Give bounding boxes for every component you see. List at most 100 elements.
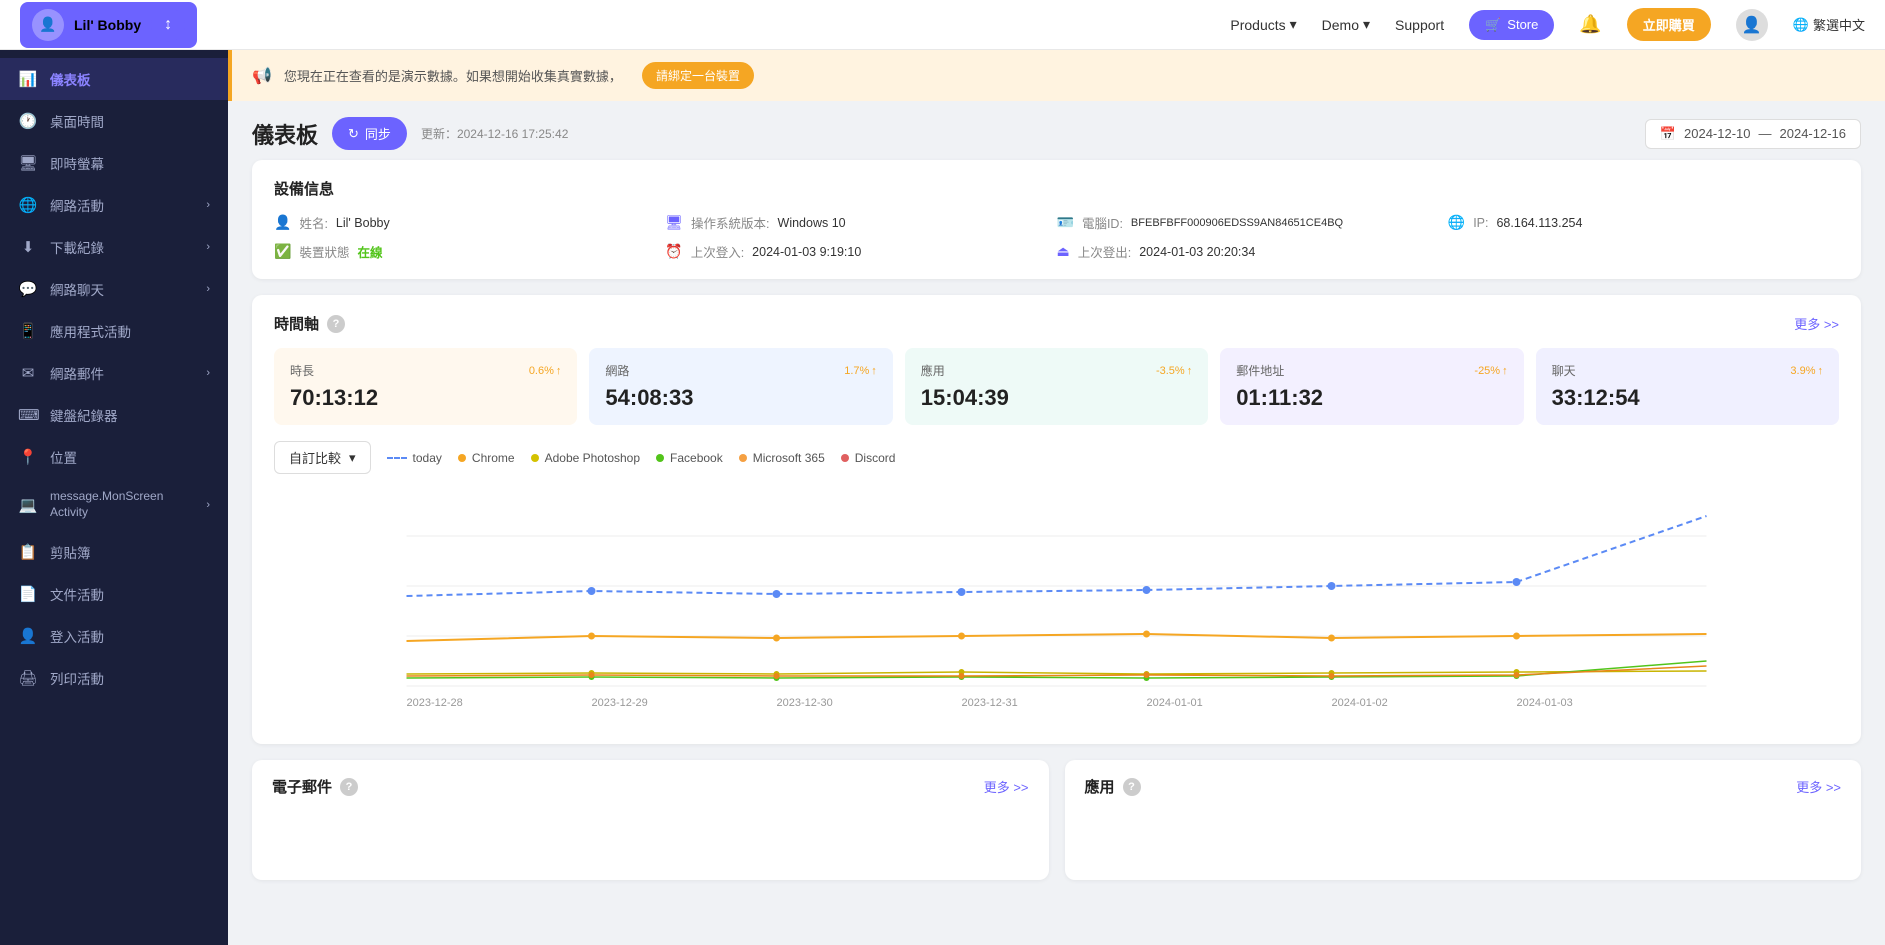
notification-bell-icon[interactable]: 🔔 — [1579, 14, 1601, 35]
nav-products[interactable]: Products ▾ — [1230, 16, 1296, 33]
device-status: ✅ 裝置狀態 在線 — [274, 242, 665, 261]
sidebar-item-app-activity[interactable]: 📱 應用程式活動 — [0, 310, 228, 352]
sidebar-item-screen-time[interactable]: 🕐 桌面時間 — [0, 100, 228, 142]
sidebar-item-network-chat[interactable]: 💬 網路聊天 › — [0, 268, 228, 310]
chevron-right-icon: › — [206, 499, 210, 511]
legend-discord: Discord — [841, 451, 896, 465]
clock-icon: 🕐 — [18, 112, 38, 130]
sidebar-item-web-mail[interactable]: ✉ 網路郵件 › — [0, 352, 228, 394]
email-more-link[interactable]: 更多 >> — [984, 777, 1029, 796]
top-navigation: 👤 Lil' Bobby ↕ Products ▾ Demo ▾ Support… — [0, 0, 1885, 50]
timeline-more-link[interactable]: 更多 >> — [1794, 314, 1839, 333]
date-from: 2024-12-10 — [1684, 126, 1751, 141]
arrow-up-icon: ↑ — [556, 365, 562, 377]
app-card-title: 應用 ? — [1085, 776, 1141, 797]
keyboard-icon: ⌨ — [18, 406, 38, 424]
app-more-link[interactable]: 更多 >> — [1796, 777, 1841, 796]
login-icon: ⏰ — [665, 243, 682, 260]
nav-demo[interactable]: Demo ▾ — [1322, 16, 1370, 33]
device-info-grid: 👤 姓名: Lil' Bobby 🖥 操作系統版本: Windows 10 🪪 … — [274, 213, 1839, 261]
chart-area: 2023-12-28 2023-12-29 2023-12-30 2023-12… — [274, 486, 1839, 726]
legend-dot-discord — [841, 454, 849, 462]
store-button[interactable]: 🛒 Store — [1469, 10, 1554, 40]
stat-cards: 時長 0.6% ↑ 70:13:12 網路 1.7% ↑ — [274, 348, 1839, 425]
legend-dot-chrome — [458, 454, 466, 462]
language-selector[interactable]: 🌐 繁選中文 — [1793, 15, 1865, 34]
print-icon: 🖨 — [18, 669, 38, 687]
dashboard-icon: 📊 — [18, 70, 38, 88]
screen-icon: 💻 — [18, 496, 38, 514]
monitor-icon: 🖥 — [18, 154, 38, 172]
status-icon: ✅ — [274, 243, 291, 260]
file-icon: 📄 — [18, 585, 38, 603]
chart-dropdown[interactable]: 自訂比較 ▾ — [274, 441, 371, 474]
svg-text:2024-01-01: 2024-01-01 — [1147, 697, 1203, 709]
stat-card-chat: 聊天 3.9% ↑ 33:12:54 — [1536, 348, 1839, 425]
stat-change-duration: 0.6% ↑ — [529, 365, 562, 377]
app-help-icon[interactable]: ? — [1123, 778, 1141, 796]
sidebar-item-location[interactable]: 📍 位置 — [0, 436, 228, 478]
legend-today: today — [387, 451, 442, 465]
sidebar: 📊 儀表板 🕐 桌面時間 🖥 即時螢幕 🌐 網路活動 › ⬇ 下載紀錄 › — [0, 50, 228, 945]
arrow-up-icon: ↑ — [871, 365, 877, 377]
sidebar-item-login-activity[interactable]: 👤 登入活動 — [0, 615, 228, 657]
timeline-help-icon[interactable]: ? — [327, 315, 345, 333]
legend-dot-facebook — [656, 454, 664, 462]
sidebar-item-dashboard[interactable]: 📊 儀表板 — [0, 58, 228, 100]
bottom-cards: 電子郵件 ? 更多 >> 應用 ? 更多 >> — [252, 760, 1861, 880]
email-help-icon[interactable]: ? — [340, 778, 358, 796]
device-info-title: 設備信息 — [274, 178, 1839, 199]
nav-support[interactable]: Support — [1395, 17, 1444, 33]
stat-label-email: 郵件地址 -25% ↑ — [1236, 362, 1507, 379]
device-id: 🪪 電腦ID: BFEBFBFF000906EDSS9AN84651CE4BQ — [1057, 213, 1448, 232]
megaphone-icon: 📢 — [252, 66, 272, 86]
stat-change-app: -3.5% ↑ — [1156, 365, 1192, 377]
stat-change-chat: 3.9% ↑ — [1790, 365, 1823, 377]
stat-card-network: 網路 1.7% ↑ 54:08:33 — [589, 348, 892, 425]
user-avatar[interactable]: 👤 — [1736, 9, 1768, 41]
logout-icon: ⏏ — [1057, 243, 1070, 260]
chevron-right-icon: › — [206, 241, 210, 253]
timeline-card: 時間軸 ? 更多 >> 時長 0.6% ↑ 70:13:12 — [252, 295, 1861, 744]
buy-button[interactable]: 立即購買 — [1627, 8, 1711, 41]
chevron-down-icon: ▾ — [1290, 16, 1297, 33]
stat-change-network: 1.7% ↑ — [844, 365, 877, 377]
user-icon: 👤 — [18, 627, 38, 645]
email-card: 電子郵件 ? 更多 >> — [252, 760, 1049, 880]
svg-text:2023-12-28: 2023-12-28 — [407, 697, 463, 709]
sidebar-item-monscreen[interactable]: 💻 message.MonScreen Activity › — [0, 478, 228, 531]
sidebar-item-keyboard[interactable]: ⌨ 鍵盤紀錄器 — [0, 394, 228, 436]
globe-icon: 🌐 — [18, 196, 38, 214]
svg-text:2023-12-31: 2023-12-31 — [962, 697, 1018, 709]
sidebar-item-downloads[interactable]: ⬇ 下載紀錄 › — [0, 226, 228, 268]
app-card-header: 應用 ? 更多 >> — [1085, 776, 1842, 797]
page-title: 儀表板 — [252, 118, 318, 150]
sidebar-item-clipboard[interactable]: 📋 剪貼簿 — [0, 531, 228, 573]
stat-card-app: 應用 -3.5% ↑ 15:04:39 — [905, 348, 1208, 425]
sync-button[interactable]: ↻ 同步 — [332, 117, 407, 150]
chevron-right-icon: › — [206, 367, 210, 379]
bind-device-button[interactable]: 請綁定一台裝置 — [642, 62, 754, 89]
logo-avatar: 👤 — [32, 9, 64, 41]
dashboard-header: 儀表板 ↻ 同步 更新：2024-12-16 17:25:42 📅 2024-1… — [228, 101, 1885, 160]
download-icon: ⬇ — [18, 238, 38, 256]
logo-title: Lil' Bobby — [74, 17, 141, 33]
svg-text:2024-01-02: 2024-01-02 — [1332, 697, 1388, 709]
sidebar-item-instant-screen[interactable]: 🖥 即時螢幕 — [0, 142, 228, 184]
ip-icon: 🌐 — [1448, 214, 1465, 231]
app-card: 應用 ? 更多 >> — [1065, 760, 1862, 880]
timeline-chart: 2023-12-28 2023-12-29 2023-12-30 2023-12… — [274, 486, 1839, 716]
stat-value-duration: 70:13:12 — [290, 385, 561, 411]
apps-icon: 📱 — [18, 322, 38, 340]
content-area: 📢 您現在正在查看的是演示數據。如果想開始收集真實數據， 請綁定一台裝置 儀表板… — [228, 50, 1885, 945]
stat-card-email: 郵件地址 -25% ↑ 01:11:32 — [1220, 348, 1523, 425]
legend-facebook: Facebook — [656, 451, 723, 465]
sidebar-item-network-activity[interactable]: 🌐 網路活動 › — [0, 184, 228, 226]
date-range-picker[interactable]: 📅 2024-12-10 — 2024-12-16 — [1645, 119, 1861, 149]
sidebar-item-file-activity[interactable]: 📄 文件活動 — [0, 573, 228, 615]
user-circle-icon: 👤 — [274, 214, 291, 231]
logo-icon-btn[interactable]: ↕ — [151, 8, 185, 42]
sidebar-item-print-activity[interactable]: 🖨 列印活動 — [0, 657, 228, 699]
legend-dot-photoshop — [531, 454, 539, 462]
monitor-icon: 🖥 — [665, 214, 683, 231]
